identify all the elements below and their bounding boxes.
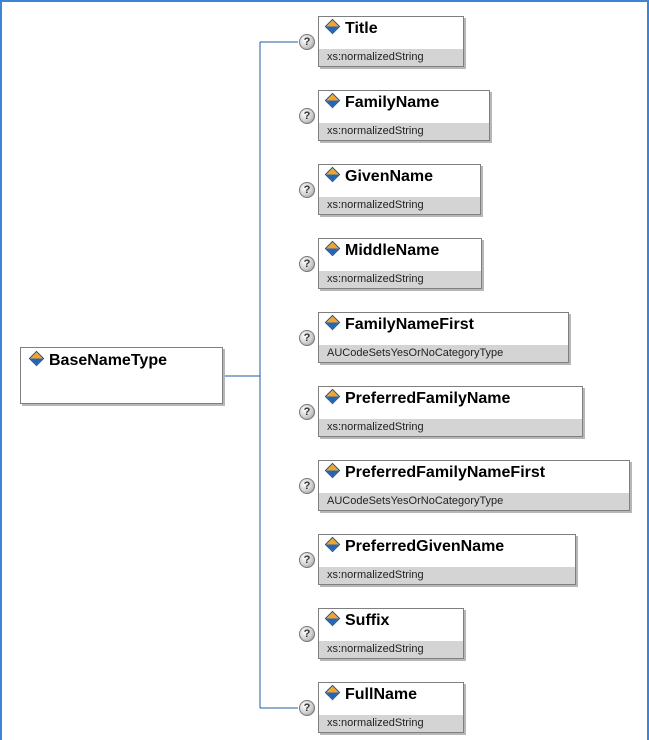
help-circle-icon: ? xyxy=(299,478,315,494)
element-diamond-icon xyxy=(324,536,341,553)
element-diamond-icon xyxy=(324,684,341,701)
help-circle-icon: ? xyxy=(299,34,315,50)
child-element-type: xs:normalizedString xyxy=(319,641,463,658)
child-element-type: xs:normalizedString xyxy=(319,123,489,140)
child-element-type: AUCodeSetsYesOrNoCategoryType xyxy=(319,345,568,362)
child-element-name-row: FamilyNameFirst xyxy=(319,313,568,339)
child-element-name-row: MiddleName xyxy=(319,239,481,265)
element-diamond-icon xyxy=(28,350,45,367)
child-element-type: xs:normalizedString xyxy=(319,419,582,436)
child-element-name-row: FullName xyxy=(319,683,463,709)
child-element-name: PreferredFamilyName xyxy=(345,390,511,407)
child-element-box[interactable]: PreferredFamilyName xs:normalizedString xyxy=(318,386,583,437)
child-element-name-row: PreferredGivenName xyxy=(319,535,575,561)
child-element-name: FullName xyxy=(345,686,418,703)
child-element-type: xs:normalizedString xyxy=(319,197,480,214)
child-element-box[interactable]: Title xs:normalizedString xyxy=(318,16,464,67)
help-circle-icon: ? xyxy=(299,626,315,642)
child-element-name-row: PreferredFamilyName xyxy=(319,387,582,413)
child-element-name: FamilyNameFirst xyxy=(345,316,474,333)
child-element-type: xs:normalizedString xyxy=(319,49,463,66)
element-diamond-icon xyxy=(324,92,341,109)
child-element-name-row: FamilyName xyxy=(319,91,489,117)
child-element-type: AUCodeSetsYesOrNoCategoryType xyxy=(319,493,629,510)
child-element-type: xs:normalizedString xyxy=(319,271,481,288)
child-element-box[interactable]: GivenName xs:normalizedString xyxy=(318,164,481,215)
root-element-name-row: BaseNameType xyxy=(21,348,222,376)
root-element-box[interactable]: BaseNameType xyxy=(20,347,223,404)
element-diamond-icon xyxy=(324,462,341,479)
child-element-box[interactable]: FamilyNameFirst AUCodeSetsYesOrNoCategor… xyxy=(318,312,569,363)
child-element-box[interactable]: Suffix xs:normalizedString xyxy=(318,608,464,659)
root-element-name: BaseNameType xyxy=(49,352,167,369)
child-element-box[interactable]: FamilyName xs:normalizedString xyxy=(318,90,490,141)
child-element-name: FamilyName xyxy=(345,94,440,111)
child-element-name-row: PreferredFamilyNameFirst xyxy=(319,461,629,487)
element-diamond-icon xyxy=(324,610,341,627)
child-element-box[interactable]: PreferredFamilyNameFirst AUCodeSetsYesOr… xyxy=(318,460,630,511)
child-element-name-row: GivenName xyxy=(319,165,480,191)
element-diamond-icon xyxy=(324,388,341,405)
help-circle-icon: ? xyxy=(299,256,315,272)
child-element-type: xs:normalizedString xyxy=(319,567,575,584)
child-element-type: xs:normalizedString xyxy=(319,715,463,732)
element-diamond-icon xyxy=(324,18,341,35)
child-element-box[interactable]: FullName xs:normalizedString xyxy=(318,682,464,733)
child-element-box[interactable]: MiddleName xs:normalizedString xyxy=(318,238,482,289)
element-diamond-icon xyxy=(324,314,341,331)
child-element-name-row: Title xyxy=(319,17,463,43)
help-circle-icon: ? xyxy=(299,108,315,124)
child-element-name: PreferredFamilyNameFirst xyxy=(345,464,546,481)
element-diamond-icon xyxy=(324,240,341,257)
child-element-name-row: Suffix xyxy=(319,609,463,635)
help-circle-icon: ? xyxy=(299,330,315,346)
child-element-box[interactable]: PreferredGivenName xs:normalizedString xyxy=(318,534,576,585)
child-element-name: PreferredGivenName xyxy=(345,538,505,555)
help-circle-icon: ? xyxy=(299,404,315,420)
child-element-name: Suffix xyxy=(345,612,390,629)
child-element-name: Title xyxy=(345,20,378,37)
child-element-name: MiddleName xyxy=(345,242,440,259)
help-circle-icon: ? xyxy=(299,182,315,198)
help-circle-icon: ? xyxy=(299,700,315,716)
element-diamond-icon xyxy=(324,166,341,183)
help-circle-icon: ? xyxy=(299,552,315,568)
child-element-name: GivenName xyxy=(345,168,434,185)
